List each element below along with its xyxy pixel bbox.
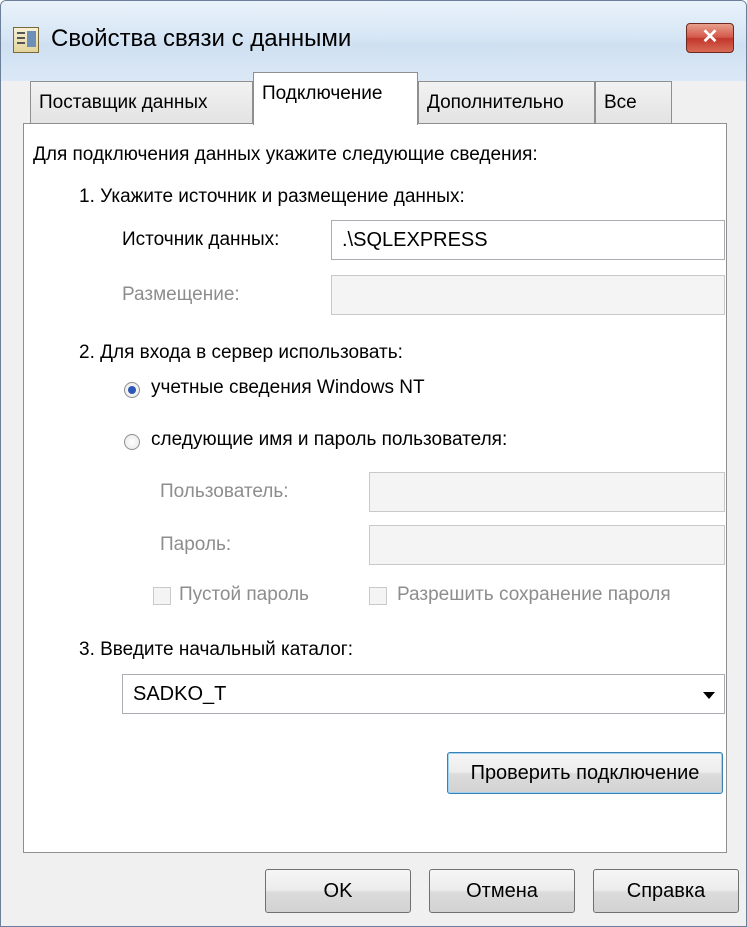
ok-button[interactable]: OK <box>265 869 411 913</box>
catalog-select[interactable]: SADKO_T <box>122 674 725 714</box>
tab-provider[interactable]: Поставщик данных <box>30 81 253 123</box>
password-label: Пароль: <box>160 534 232 555</box>
close-button[interactable]: ✕ <box>686 23 734 53</box>
connection-panel: Для подключения данных укажите следующие… <box>23 123 727 853</box>
intro-text: Для подключения данных укажите следующие… <box>33 144 538 165</box>
location-label: Размещение: <box>122 284 240 305</box>
tab-advanced[interactable]: Дополнительно <box>418 81 595 123</box>
test-connection-button[interactable]: Проверить подключение <box>447 752 723 794</box>
tab-connection[interactable]: Подключение <box>253 72 418 125</box>
save-password-label: Разрешить сохранение пароля <box>397 584 671 605</box>
catalog-value: SADKO_T <box>133 683 227 705</box>
tab-all[interactable]: Все <box>595 81 672 123</box>
password-input[interactable] <box>369 525 725 565</box>
radio-user-auth[interactable] <box>124 434 140 450</box>
step3-label: 3. Введите начальный каталог: <box>79 639 354 660</box>
dialog-window: Свойства связи с данными ✕ Поставщик дан… <box>0 0 747 927</box>
source-label: Источник данных: <box>122 229 280 250</box>
title-bar[interactable]: Свойства связи с данными ✕ <box>1 1 746 81</box>
window-title: Свойства связи с данными <box>51 25 352 52</box>
save-password-checkbox[interactable] <box>369 587 387 605</box>
cancel-button[interactable]: Отмена <box>429 869 575 913</box>
source-input[interactable]: .\SQLEXPRESS <box>331 220 725 260</box>
data-link-icon <box>13 27 39 53</box>
blank-password-label: Пустой пароль <box>179 584 309 605</box>
radio-user-label: следующие имя и пароль пользователя: <box>151 429 508 450</box>
radio-windows-label: учетные сведения Windows NT <box>151 377 425 398</box>
blank-password-checkbox[interactable] <box>153 587 171 605</box>
user-label: Пользователь: <box>160 481 289 502</box>
step2-label: 2. Для входа в сервер использовать: <box>79 342 403 363</box>
radio-windows-auth[interactable] <box>124 382 140 398</box>
help-button[interactable]: Справка <box>593 869 739 913</box>
chevron-down-icon[interactable] <box>703 692 715 699</box>
location-input[interactable] <box>331 275 725 315</box>
user-input[interactable] <box>369 472 725 512</box>
step1-label: 1. Укажите источник и размещение данных: <box>79 186 465 207</box>
